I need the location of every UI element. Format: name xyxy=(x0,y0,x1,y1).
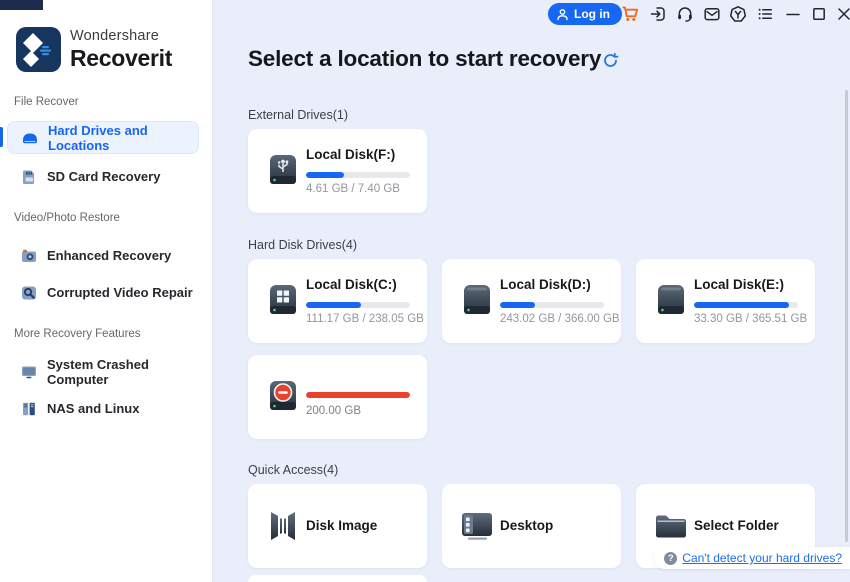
video-repair-icon xyxy=(22,286,36,299)
page-title: Select a location to start recovery xyxy=(248,46,602,71)
quick-access-label: Desktop xyxy=(500,518,554,533)
hdd-drive-icon xyxy=(464,285,490,314)
drive-name: Local Disk(F:) xyxy=(306,147,396,162)
quick-access-label: Disk Image xyxy=(306,518,378,533)
system-drive-icon xyxy=(270,285,296,314)
drive-usage-bar xyxy=(306,392,410,398)
sidebar-item-label: Enhanced Recovery xyxy=(47,248,172,263)
blocked-drive-icon xyxy=(270,381,296,410)
camera-icon xyxy=(22,249,36,262)
login-label: Log in xyxy=(574,7,610,21)
sidebar-item-label: NAS and Linux xyxy=(47,401,140,416)
sidebar-item-label: Corrupted Video Repair xyxy=(47,285,193,300)
drive-usage-fill xyxy=(694,302,789,308)
drive-size: 4.61 GB / 7.40 GB xyxy=(306,183,400,195)
vertical-scrollbar[interactable] xyxy=(844,90,848,542)
drive-usage-bar xyxy=(500,302,604,308)
recoverit-logo-icon xyxy=(16,27,61,72)
sidebar-item-enhanced-recovery[interactable]: Enhanced Recovery xyxy=(7,239,199,272)
drive-usage-fill xyxy=(306,172,345,178)
user-icon xyxy=(557,8,568,20)
next-row-card-peek xyxy=(248,575,427,582)
sidebar-item-label: System Crashed Computer xyxy=(47,356,149,387)
mail-icon[interactable] xyxy=(703,5,721,23)
headset-icon[interactable] xyxy=(676,5,694,23)
minimize-icon[interactable] xyxy=(784,5,802,23)
active-item-accent xyxy=(0,127,3,147)
close-icon[interactable] xyxy=(835,5,850,23)
group-label-quick-access: Quick Access(4) xyxy=(248,463,339,477)
sidebar-item-label: Hard Drives and Locations xyxy=(48,122,148,153)
cart-icon[interactable] xyxy=(621,5,639,23)
folder-icon xyxy=(656,515,686,538)
brand-product: Recoverit xyxy=(70,44,173,71)
menu-list-icon[interactable] xyxy=(756,5,774,23)
sidebar-item-video-repair[interactable]: Corrupted Video Repair xyxy=(7,276,199,309)
sidebar: Wondershare Recoverit File Recover Hard … xyxy=(0,0,213,582)
quick-access-disk-image[interactable]: Disk Image xyxy=(248,484,427,568)
drive-size: 111.17 GB / 238.05 GB xyxy=(306,313,424,325)
drive-usage-fill xyxy=(500,302,536,308)
drive-size: 200.00 GB xyxy=(306,405,361,417)
disk-image-icon xyxy=(271,512,295,540)
drive-card-c[interactable]: Local Disk(C:) 111.17 GB / 238.05 GB xyxy=(248,259,427,343)
hdd-drive-icon xyxy=(658,285,684,314)
drive-usage-bar xyxy=(306,302,410,308)
sidebar-section-video-photo: Video/Photo Restore xyxy=(14,212,120,224)
usb-drive-icon xyxy=(270,155,296,184)
drive-usage-bar xyxy=(306,172,410,178)
group-label-external-drives: External Drives(1) xyxy=(248,108,349,122)
drive-card-f[interactable]: Local Disk(F:) 4.61 GB / 7.40 GB xyxy=(248,129,427,213)
detect-drives-help-link[interactable]: Can't detect your hard drives? xyxy=(682,551,842,565)
hard-drive-icon xyxy=(23,133,37,143)
window-corner-strip xyxy=(0,0,43,10)
help-pill: ? Can't detect your hard drives? xyxy=(654,547,850,569)
crashed-computer-icon xyxy=(22,366,36,378)
signin-icon[interactable] xyxy=(649,5,667,23)
nas-server-icon xyxy=(23,402,35,415)
drive-size: 33.30 GB / 365.51 GB xyxy=(694,313,808,325)
sidebar-item-label: SD Card Recovery xyxy=(47,169,161,184)
drive-name: Local Disk(D:) xyxy=(500,277,591,292)
drive-name: Local Disk(C:) xyxy=(306,277,397,292)
sidebar-section-file-recover: File Recover xyxy=(14,96,79,108)
brand-company: Wondershare xyxy=(70,28,159,45)
refresh-icon[interactable] xyxy=(602,52,619,69)
drive-card-unallocated[interactable]: 200.00 GB xyxy=(248,355,427,439)
drive-card-d[interactable]: Local Disk(D:) 243.02 GB / 366.00 GB xyxy=(442,259,621,343)
group-label-hard-disk-drives: Hard Disk Drives(4) xyxy=(248,238,358,252)
question-icon: ? xyxy=(664,551,678,565)
drive-card-e[interactable]: Local Disk(E:) 33.30 GB / 365.51 GB xyxy=(636,259,815,343)
sd-card-icon xyxy=(23,170,34,184)
desktop-icon xyxy=(462,513,492,540)
login-button[interactable]: Log in xyxy=(548,3,622,25)
quick-access-label: Select Folder xyxy=(694,518,779,533)
sidebar-item-nas-linux[interactable]: NAS and Linux xyxy=(7,392,199,425)
quick-access-desktop[interactable]: Desktop xyxy=(442,484,621,568)
maximize-icon[interactable] xyxy=(810,5,828,23)
sidebar-item-crashed-computer[interactable]: System Crashed Computer xyxy=(7,355,199,388)
drive-usage-fill xyxy=(306,302,362,308)
sidebar-section-more-features: More Recovery Features xyxy=(14,328,141,340)
drive-usage-bar xyxy=(694,302,798,308)
toolkit-icon[interactable] xyxy=(729,5,747,23)
drive-usage-fill xyxy=(306,392,410,398)
app-logo: Wondershare Recoverit xyxy=(16,27,172,72)
drive-name: Local Disk(E:) xyxy=(694,277,785,292)
sidebar-item-hard-drives[interactable]: Hard Drives and Locations xyxy=(7,121,199,154)
drive-size: 243.02 GB / 366.00 GB xyxy=(500,313,620,325)
sidebar-item-sd-card[interactable]: SD Card Recovery xyxy=(7,160,199,193)
topbar: Log in xyxy=(213,0,850,28)
